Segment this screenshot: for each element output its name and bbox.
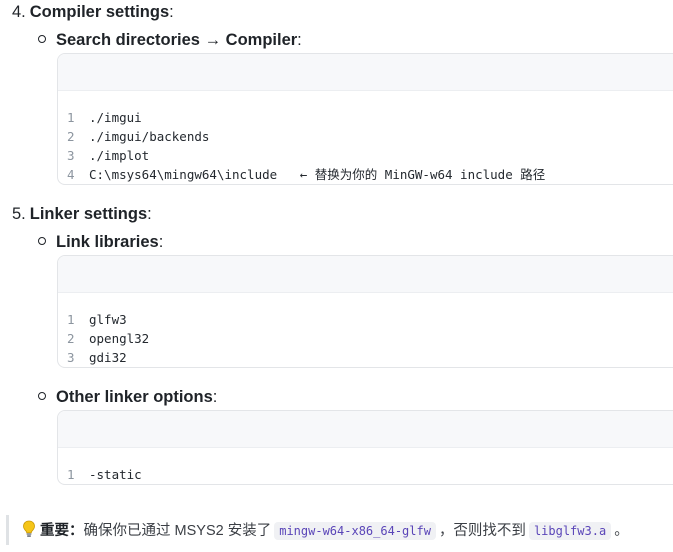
line-number: 2 xyxy=(67,331,75,346)
code-text: -static xyxy=(89,467,142,482)
bullet-icon xyxy=(38,236,46,245)
tip-heading: 重要 xyxy=(40,523,69,539)
code-line: 2 ./imgui/backends xyxy=(58,127,673,146)
line-number: 2 xyxy=(67,129,75,144)
callout-bar xyxy=(6,515,9,545)
code-text: ./implot xyxy=(89,148,150,163)
code-block-other-linker-options[interactable]: 1 -static xyxy=(57,410,673,485)
lightbulb-icon xyxy=(23,520,35,537)
subitem-suffix: : xyxy=(212,388,218,406)
code-line: 3 ./implot xyxy=(58,146,673,165)
code-text: opengl32 xyxy=(89,331,150,346)
bullet-icon xyxy=(38,34,46,43)
code-block-body: 1 ./imgui 2 ./imgui/backends 3 ./implot 4 C:… xyxy=(58,91,673,184)
code-block-header xyxy=(58,54,673,91)
subitem-other-linker-options: Other linker options: xyxy=(38,386,217,408)
code-block-link-libraries[interactable]: 1 glfw3 2 opengl32 3 gdi32 xyxy=(57,255,673,368)
step-title: Compiler settings xyxy=(29,3,170,21)
inline-code-package: mingw-w64-x86_64-glfw xyxy=(274,522,436,540)
step-compiler-settings: 4. Compiler settings: xyxy=(12,1,174,23)
line-number: 1 xyxy=(67,110,75,125)
code-block-body: 1 glfw3 2 opengl32 3 gdi32 xyxy=(58,293,673,367)
code-line: 1 ./imgui xyxy=(58,108,673,127)
line-number: 4 xyxy=(67,167,75,182)
code-line: 3 gdi32 xyxy=(58,348,673,367)
code-block-search-directories[interactable]: 1 ./imgui 2 ./imgui/backends 3 ./implot 4 C:… xyxy=(57,53,673,185)
document-content: 4. Compiler settings: Search directories … xyxy=(0,0,673,552)
tip-text-line: 重要：确保你已通过 MSYS2 安装了 mingw-w64-x86_64-glfw… xyxy=(22,520,629,541)
inline-code-library: libglfw3.a xyxy=(528,522,612,540)
code-text: glfw3 xyxy=(89,312,127,327)
step-title: Linker settings xyxy=(29,205,148,223)
code-text: ./imgui xyxy=(89,110,142,125)
line-number: 3 xyxy=(67,148,75,163)
tip-colon: ： xyxy=(69,523,84,539)
subitem-suffix: : xyxy=(297,31,302,49)
tip-callout: 重要：确保你已通过 MSYS2 安装了 mingw-w64-x86_64-glfw… xyxy=(0,513,673,547)
step-suffix: : xyxy=(147,205,152,223)
code-text: gdi32 xyxy=(89,350,127,365)
bullet-icon xyxy=(38,391,46,400)
code-text: C:\msys64\mingw64\include ← 替换为你的 MinGW-… xyxy=(89,167,546,182)
subitem-label: Search directories → Compiler xyxy=(56,31,298,49)
step-number: 5. xyxy=(12,205,26,223)
step-linker-settings: 5. Linker settings: xyxy=(12,203,152,225)
step-suffix: : xyxy=(169,3,174,21)
subitem-label: Other linker options xyxy=(56,388,213,406)
tip-text: ，否则找不到 xyxy=(438,523,526,539)
code-line: 1 -static xyxy=(58,465,673,484)
step-number: 4. xyxy=(12,3,26,21)
code-text: ./imgui/backends xyxy=(89,129,210,144)
line-number: 1 xyxy=(67,312,75,327)
subitem-label: Link libraries xyxy=(56,233,159,251)
code-block-body: 1 -static xyxy=(58,448,673,484)
line-number: 3 xyxy=(67,350,75,365)
code-line: 4 C:\msys64\mingw64\include ← 替换为你的 MinGW… xyxy=(58,165,673,184)
subitem-search-directories: Search directories → Compiler: xyxy=(38,29,302,51)
code-line: 2 opengl32 xyxy=(58,329,673,348)
subitem-link-libraries: Link libraries: xyxy=(38,231,163,253)
code-line: 1 glfw3 xyxy=(58,310,673,329)
tip-text: 。 xyxy=(614,523,629,539)
tip-text: 确保你已通过 MSYS2 安装了 xyxy=(83,523,272,539)
code-block-header xyxy=(58,256,673,293)
subitem-suffix: : xyxy=(158,233,164,251)
code-block-header xyxy=(58,411,673,448)
line-number: 1 xyxy=(67,467,75,482)
